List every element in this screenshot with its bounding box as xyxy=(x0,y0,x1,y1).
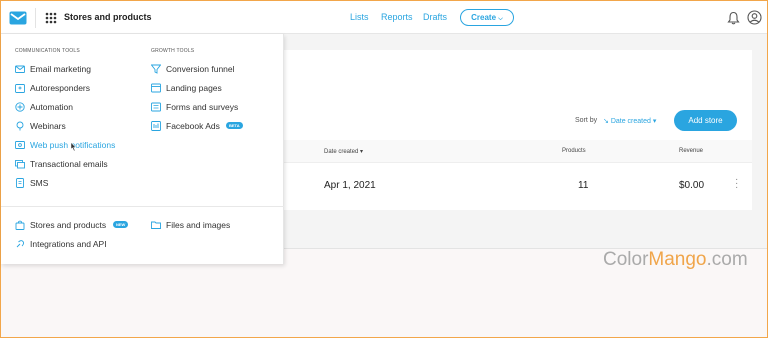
autoresponder-icon xyxy=(15,84,25,93)
form-icon xyxy=(151,102,161,112)
webinar-icon xyxy=(16,121,24,131)
menu-item-label: Forms and surveys xyxy=(166,102,239,112)
user-icon[interactable] xyxy=(747,10,762,25)
caret-down-icon: ▾ xyxy=(652,118,657,125)
menu-item-label: Automation xyxy=(30,102,73,112)
transactional-email-icon xyxy=(15,160,25,169)
menu-item-label: Stores and products xyxy=(30,220,107,230)
create-label: Create xyxy=(471,13,497,22)
bell-icon[interactable] xyxy=(727,11,740,25)
logo-icon[interactable] xyxy=(9,11,27,25)
beta-badge: BETA xyxy=(226,122,243,129)
new-badge: NEW xyxy=(113,221,129,228)
facebook-ads-icon xyxy=(151,121,161,131)
communication-tools-title: COMMUNICATION TOOLS xyxy=(15,48,80,54)
bag-icon xyxy=(15,220,25,230)
menu-item-label: Files and images xyxy=(166,220,231,230)
top-bar: Stores and products Lists Reports Drafts… xyxy=(1,1,767,34)
menu-item-label: Webinars xyxy=(30,121,66,131)
integration-icon xyxy=(16,240,25,248)
apps-grid-icon[interactable] xyxy=(45,12,57,24)
menu-item-label: SMS xyxy=(30,178,49,188)
row-products: 11 xyxy=(578,180,589,191)
nav-reports[interactable]: Reports xyxy=(381,12,413,22)
automation-icon xyxy=(15,102,25,112)
web-push-icon xyxy=(15,141,25,149)
sort-by-label: Sort by xyxy=(575,117,598,124)
mouse-cursor-icon xyxy=(70,142,77,152)
watermark-part-2: Mango xyxy=(648,249,707,270)
envelope-icon xyxy=(15,65,25,73)
nav-drafts[interactable]: Drafts xyxy=(423,12,447,22)
column-revenue: Revenue xyxy=(679,148,704,154)
sms-icon xyxy=(16,178,24,188)
row-date: Apr 1, 2021 xyxy=(324,180,376,191)
menu-item-label: Email marketing xyxy=(30,64,91,74)
nav-lists[interactable]: Lists xyxy=(350,12,369,22)
sort-arrow-icon: ↘ xyxy=(603,118,609,125)
more-options-icon[interactable]: · · · xyxy=(735,175,739,193)
menu-item-label: Integrations and API xyxy=(30,239,107,249)
app-title[interactable]: Stores and products xyxy=(64,12,152,22)
column-date-created[interactable]: Date created ▾ xyxy=(324,148,363,155)
menu-item-label: Transactional emails xyxy=(30,159,108,169)
menu-item-label: Conversion funnel xyxy=(166,64,235,74)
menu-item-label: Facebook Ads xyxy=(166,121,220,131)
divider xyxy=(35,8,36,28)
funnel-icon xyxy=(151,64,161,74)
sort-value: Date created xyxy=(610,118,651,125)
divider xyxy=(1,206,284,207)
create-button[interactable]: Create ⌵ xyxy=(460,9,514,26)
watermark-part-3: .com xyxy=(706,249,748,270)
sort-dropdown[interactable]: ↘ Date created ▾ xyxy=(603,117,656,125)
chevron-down-icon: ⌵ xyxy=(498,16,503,22)
landing-page-icon xyxy=(151,83,161,93)
watermark-part-1: Color xyxy=(603,249,649,270)
growth-tools-title: GROWTH TOOLS xyxy=(151,48,195,54)
add-store-button[interactable]: Add store xyxy=(674,110,737,131)
sort-caret-icon: ▾ xyxy=(360,149,364,155)
column-products: Products xyxy=(562,148,586,154)
menu-item-label: Landing pages xyxy=(166,83,222,93)
menu-item-label: Autoresponders xyxy=(30,83,91,93)
folder-icon xyxy=(151,221,161,229)
tools-dropdown-menu: COMMUNICATION TOOLS GROWTH TOOLS Email m… xyxy=(1,34,284,264)
row-revenue: $0.00 xyxy=(679,180,705,191)
watermark: ColorMango.com xyxy=(603,249,748,271)
column-label: Date created xyxy=(324,149,359,155)
